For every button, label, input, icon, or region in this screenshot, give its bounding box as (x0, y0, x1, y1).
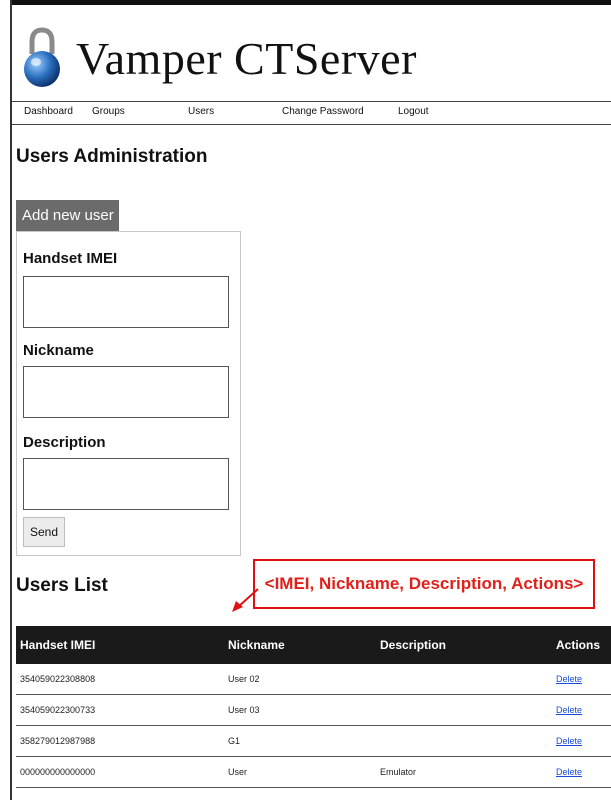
nav-logout[interactable]: Logout (398, 106, 429, 117)
table-row: 358279012987988 G1 Delete (16, 726, 611, 757)
nav-change-password[interactable]: Change Password (282, 106, 364, 117)
table-header: Handset IMEI Nickname Description Action… (16, 626, 611, 664)
send-button[interactable]: Send (23, 517, 65, 547)
users-table: Handset IMEI Nickname Description Action… (16, 626, 611, 788)
cell-imei: 000000000000000 (20, 767, 96, 777)
table-row: 354059022300733 User 03 Delete (16, 695, 611, 726)
column-header-actions: Actions (556, 638, 601, 652)
nickname-label: Nickname (23, 342, 94, 359)
add-user-tab[interactable]: Add new user (16, 200, 119, 231)
columns-callout: <IMEI, Nickname, Description, Actions> (253, 559, 595, 609)
cell-imei: 358279012987988 (20, 736, 96, 746)
description-input[interactable] (23, 458, 229, 510)
cell-description: Emulator (380, 767, 417, 777)
imei-label: Handset IMEI (23, 250, 118, 267)
add-user-form: Handset IMEI Nickname Description Send (16, 231, 241, 556)
page-title: Users Administration (16, 146, 208, 167)
delete-link[interactable]: Delete (556, 736, 582, 746)
nickname-input[interactable] (23, 366, 229, 418)
top-border (12, 0, 611, 5)
delete-link[interactable]: Delete (556, 705, 582, 715)
cell-nickname: User (228, 767, 248, 777)
nav-groups[interactable]: Groups (92, 106, 125, 117)
description-label: Description (23, 434, 106, 451)
callout-arrow-icon (228, 585, 268, 615)
cell-imei: 354059022300733 (20, 705, 96, 715)
cell-nickname: G1 (228, 736, 241, 746)
app-header: Vamper CTServer (22, 18, 417, 98)
delete-link[interactable]: Delete (556, 767, 582, 777)
table-row: 354059022308808 User 02 Delete (16, 664, 611, 695)
column-header-imei: Handset IMEI (20, 638, 96, 652)
app-title: Vamper CTServer (76, 32, 417, 84)
column-header-nickname: Nickname (228, 638, 285, 652)
imei-input[interactable] (23, 276, 229, 328)
users-list-title: Users List (16, 575, 108, 596)
cell-imei: 354059022308808 (20, 674, 96, 684)
main-nav: Dashboard Groups Users Change Password L… (12, 101, 611, 125)
padlock-icon (22, 26, 62, 90)
nav-dashboard[interactable]: Dashboard (24, 106, 73, 117)
nav-users[interactable]: Users (188, 106, 214, 117)
cell-nickname: User 02 (228, 674, 260, 684)
delete-link[interactable]: Delete (556, 674, 582, 684)
cell-nickname: User 03 (228, 705, 260, 715)
table-row: 000000000000000 User Emulator Delete (16, 757, 611, 788)
column-header-description: Description (380, 638, 447, 652)
